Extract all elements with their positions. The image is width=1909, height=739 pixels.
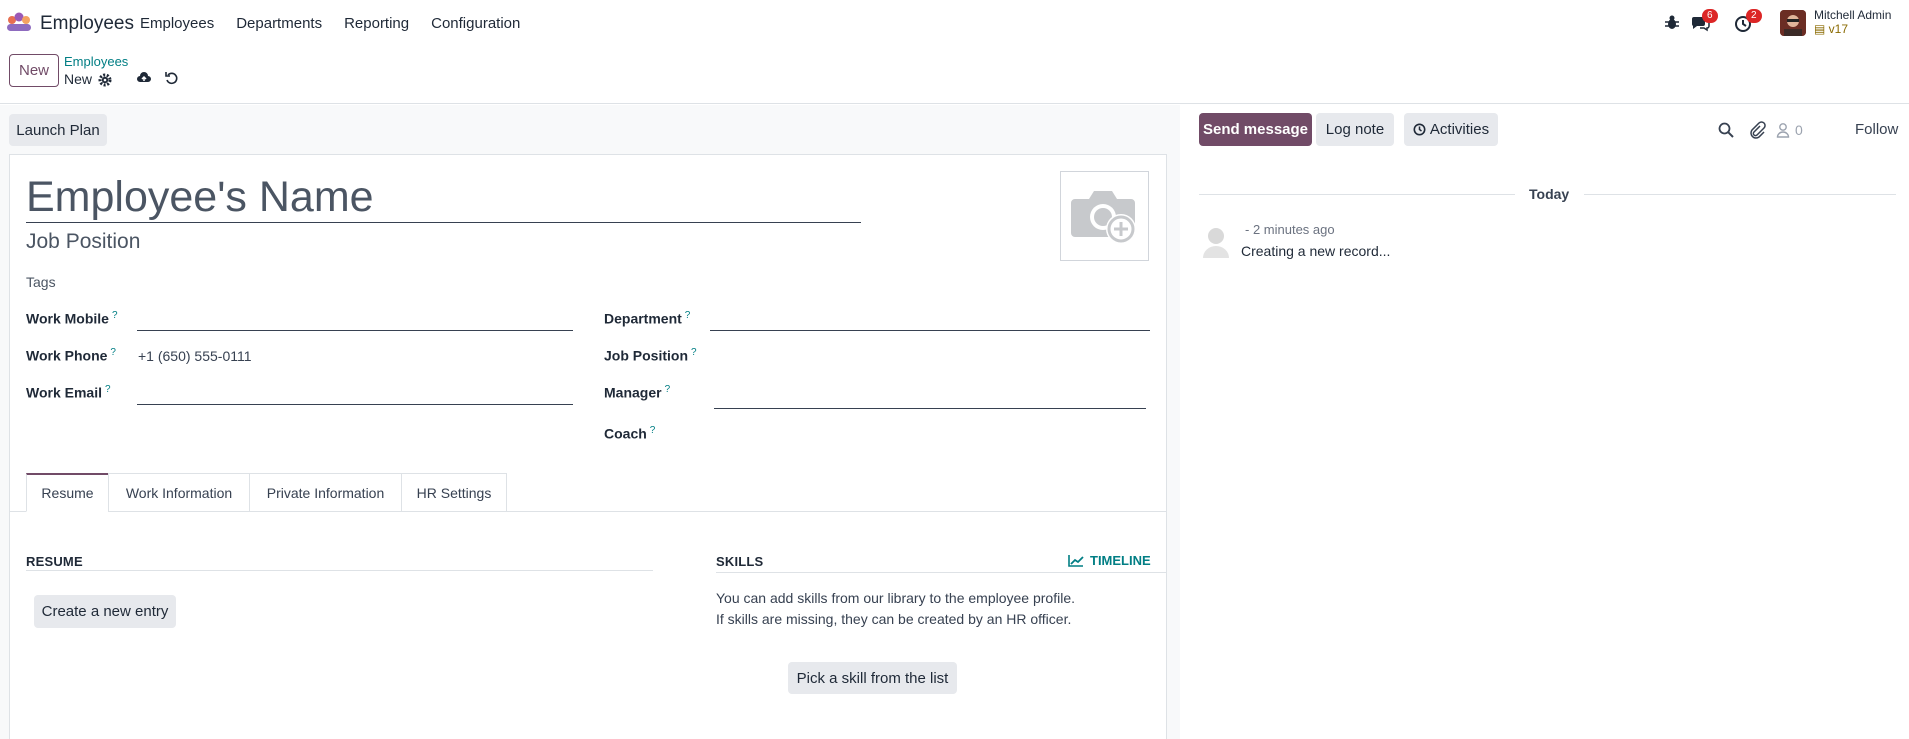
- employee-photo[interactable]: [1060, 171, 1149, 261]
- tags-input[interactable]: Tags: [26, 274, 56, 290]
- tab-private-information[interactable]: Private Information: [249, 473, 402, 512]
- send-message-button[interactable]: Send message: [1199, 113, 1312, 146]
- skills-help-line2: If skills are missing, they can be creat…: [716, 611, 1072, 627]
- work-phone-label-text: Work Phone: [26, 347, 108, 364]
- work-email-input[interactable]: [137, 404, 573, 405]
- help-icon[interactable]: ?: [650, 425, 656, 436]
- employee-name-input[interactable]: Employee's Name: [26, 172, 861, 223]
- paperclip-icon[interactable]: [1748, 121, 1766, 139]
- work-mobile-label-text: Work Mobile: [26, 310, 109, 327]
- help-icon[interactable]: ?: [691, 347, 697, 358]
- save-cloud-icon[interactable]: [136, 70, 152, 86]
- debug-bug-icon[interactable]: [1662, 14, 1682, 32]
- breadcrumb-current: New: [64, 71, 93, 87]
- job-position-label-text: Job Position: [604, 347, 688, 364]
- job-title-input[interactable]: Job Position: [26, 230, 140, 254]
- job-position-label: Job Position?: [604, 347, 697, 364]
- skills-section-title: SKILLS: [716, 554, 764, 569]
- coach-label-text: Coach: [604, 425, 647, 442]
- activities-label: Activities: [1429, 121, 1490, 138]
- department-label-text: Department: [604, 310, 682, 327]
- menu-configuration[interactable]: Configuration: [431, 15, 520, 32]
- new-button[interactable]: New: [9, 54, 59, 87]
- timeline-button[interactable]: TIMELINE: [1068, 553, 1151, 568]
- search-icon[interactable]: [1717, 121, 1735, 139]
- follower-user-icon[interactable]: [1776, 121, 1790, 139]
- date-separator: Today: [1529, 186, 1570, 202]
- breadcrumb-employees[interactable]: Employees: [64, 54, 128, 69]
- user-name[interactable]: Mitchell Admin: [1814, 8, 1891, 22]
- help-icon[interactable]: ?: [665, 384, 671, 395]
- manager-input[interactable]: [714, 408, 1146, 409]
- department-input[interactable]: [710, 330, 1150, 331]
- timeline-label: TIMELINE: [1090, 553, 1151, 568]
- resume-section-title: RESUME: [26, 554, 83, 569]
- tab-work-information[interactable]: Work Information: [108, 473, 250, 512]
- database-name: ▤ v17: [1814, 22, 1849, 36]
- date-separator-line-right: [1584, 194, 1896, 195]
- message-author-avatar: [1199, 222, 1233, 260]
- discard-undo-icon[interactable]: [164, 70, 180, 86]
- messages-icon[interactable]: 6: [1690, 9, 1718, 32]
- manager-label: Manager?: [604, 384, 670, 401]
- department-label: Department?: [604, 310, 690, 327]
- form-sheet: [9, 154, 1167, 739]
- messages-badge: 6: [1702, 9, 1718, 23]
- work-email-label: Work Email?: [26, 384, 111, 401]
- follow-button[interactable]: Follow: [1855, 121, 1898, 138]
- work-phone-input[interactable]: +1 (650) 555-0111: [138, 348, 252, 364]
- message-timestamp: - 2 minutes ago: [1245, 222, 1335, 237]
- tab-resume[interactable]: Resume: [26, 473, 109, 512]
- message-body: Creating a new record...: [1241, 243, 1391, 259]
- coach-label: Coach?: [604, 425, 655, 442]
- resume-divider: [26, 570, 653, 571]
- user-photo-icon: [1780, 10, 1806, 36]
- camera-plus-icon: [1070, 191, 1136, 244]
- help-icon[interactable]: ?: [105, 384, 111, 395]
- help-icon[interactable]: ?: [110, 347, 116, 358]
- launch-plan-button[interactable]: Launch Plan: [9, 114, 107, 146]
- user-avatar[interactable]: [1780, 10, 1806, 36]
- work-mobile-label: Work Mobile?: [26, 310, 118, 327]
- activities-icon[interactable]: 2: [1734, 9, 1762, 32]
- menu-departments[interactable]: Departments: [236, 15, 322, 32]
- manager-label-text: Manager: [604, 384, 662, 401]
- skills-divider: [716, 572, 1167, 573]
- follower-count: 0: [1795, 122, 1803, 138]
- work-email-label-text: Work Email: [26, 384, 102, 401]
- activities-button[interactable]: Activities: [1404, 113, 1498, 146]
- create-entry-button[interactable]: Create a new entry: [34, 595, 176, 628]
- main-menu: Employees Departments Reporting Configur…: [140, 15, 542, 32]
- activities-badge: 2: [1746, 9, 1762, 23]
- app-name[interactable]: Employees: [40, 13, 134, 35]
- tab-hr-settings[interactable]: HR Settings: [401, 473, 507, 512]
- top-navbar: Employees Employees Departments Reportin…: [0, 0, 1909, 46]
- employees-app-icon[interactable]: [6, 12, 32, 32]
- database-label: v17: [1828, 22, 1849, 36]
- gear-icon[interactable]: [98, 73, 112, 87]
- control-panel: New Employees New: [0, 46, 1909, 104]
- skills-help-line1: You can add skills from our library to t…: [716, 590, 1075, 606]
- date-separator-line-left: [1199, 194, 1515, 195]
- line-chart-icon: [1068, 555, 1084, 567]
- work-mobile-input[interactable]: [137, 330, 573, 331]
- work-phone-label: Work Phone?: [26, 347, 116, 364]
- menu-reporting[interactable]: Reporting: [344, 15, 409, 32]
- help-icon[interactable]: ?: [112, 310, 118, 321]
- help-icon[interactable]: ?: [685, 310, 691, 321]
- pick-skill-button[interactable]: Pick a skill from the list: [788, 662, 957, 694]
- menu-employees[interactable]: Employees: [140, 15, 214, 32]
- clock-icon: [1413, 123, 1426, 136]
- log-note-button[interactable]: Log note: [1316, 113, 1394, 146]
